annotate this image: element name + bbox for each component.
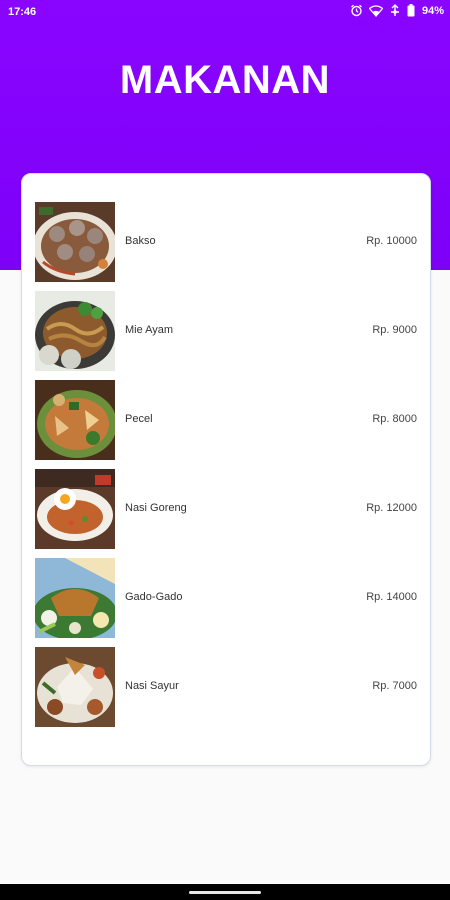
navigation-bar — [0, 884, 450, 900]
menu-item-name: Bakso — [125, 235, 156, 247]
menu-item-price: Rp. 14000 — [366, 591, 417, 603]
menu-item-price: Rp. 8000 — [372, 413, 417, 425]
menu-item-name: Nasi Sayur — [125, 680, 179, 692]
alarm-icon — [350, 4, 363, 17]
status-bar: 17:46 94% — [0, 0, 450, 24]
menu-item-gado-gado[interactable]: Gado-Gado Rp. 14000 — [22, 558, 430, 639]
menu-item-name: Pecel — [125, 413, 153, 425]
gado-gado-image — [35, 558, 115, 638]
bakso-image — [35, 202, 115, 282]
mie-ayam-image — [35, 291, 115, 371]
battery-percentage: 94% — [421, 4, 444, 17]
menu-item-price: Rp. 7000 — [372, 680, 417, 692]
menu-item-name: Gado-Gado — [125, 591, 183, 603]
menu-list: Bakso Rp. 10000 Mie Ayam Rp. 9000 Pecel … — [22, 202, 430, 736]
menu-item-price: Rp. 12000 — [366, 502, 417, 514]
pecel-image — [35, 380, 115, 460]
menu-item-pecel[interactable]: Pecel Rp. 8000 — [22, 380, 430, 461]
menu-item-mie-ayam[interactable]: Mie Ayam Rp. 9000 — [22, 291, 430, 372]
menu-item-bakso[interactable]: Bakso Rp. 10000 — [22, 202, 430, 283]
home-gesture-handle[interactable] — [189, 891, 261, 894]
nasi-goreng-image — [35, 469, 115, 549]
menu-item-name: Mie Ayam — [125, 324, 174, 336]
menu-card: Bakso Rp. 10000 Mie Ayam Rp. 9000 Pecel … — [21, 173, 431, 766]
menu-item-nasi-sayur[interactable]: Nasi Sayur Rp. 7000 — [22, 647, 430, 728]
status-time: 17:46 — [8, 6, 37, 18]
nasi-sayur-image — [35, 647, 115, 727]
menu-item-price: Rp. 10000 — [366, 235, 417, 247]
menu-item-nasi-goreng[interactable]: Nasi Goreng Rp. 12000 — [22, 469, 430, 550]
menu-item-price: Rp. 9000 — [372, 324, 417, 336]
menu-item-name: Nasi Goreng — [125, 502, 187, 514]
data-icon — [389, 4, 401, 17]
battery-icon — [407, 4, 415, 17]
status-icons: 94% — [350, 4, 444, 17]
page-title: MAKANAN — [119, 58, 331, 102]
wifi-icon — [368, 4, 383, 17]
